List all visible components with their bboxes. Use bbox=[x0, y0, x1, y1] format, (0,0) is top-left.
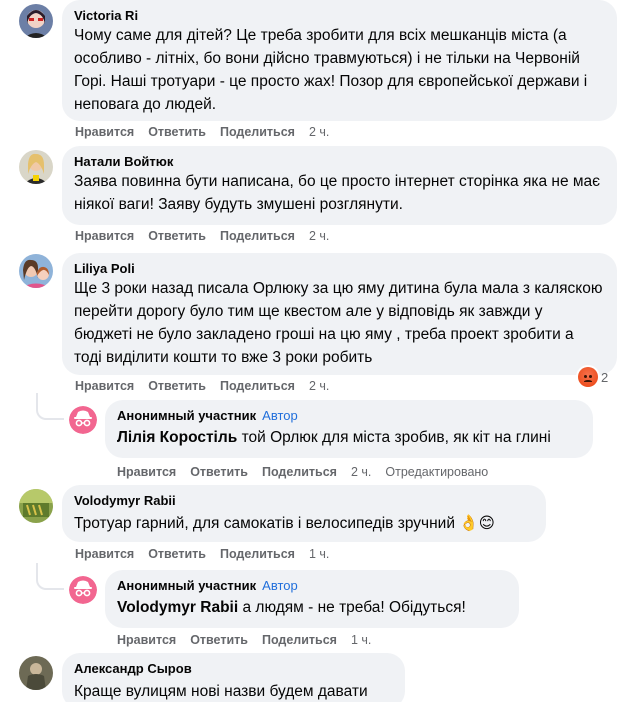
reply-button[interactable]: Ответить bbox=[148, 229, 206, 243]
comment-bubble: Volodymyr Rabii Тротуар гарний, для само… bbox=[62, 485, 546, 542]
comment-text: Заява повинна бути написана, бо це прост… bbox=[74, 173, 601, 213]
reply-button[interactable]: Ответить bbox=[190, 633, 248, 647]
reply-comment: Анонимный участник Автор Лілія Коростіль … bbox=[0, 400, 631, 480]
anonymous-avatar[interactable] bbox=[69, 576, 97, 604]
mention-link[interactable]: Лілія Коростіль bbox=[117, 429, 237, 446]
comment: Александр Сыров Краще вулицям нові назви… bbox=[0, 653, 631, 702]
reply-button[interactable]: Ответить bbox=[148, 547, 206, 561]
comment-author[interactable]: Анонимный участник Автор bbox=[117, 577, 507, 594]
reaction-count: 2 bbox=[601, 369, 609, 385]
comment: Натали Войтюк Заява повинна бути написан… bbox=[0, 146, 631, 250]
comment-author[interactable]: Volodymyr Rabii bbox=[74, 492, 534, 509]
timestamp[interactable]: 2 ч. bbox=[309, 379, 329, 393]
reply-button[interactable]: Ответить bbox=[148, 379, 206, 393]
comment-actions: Нравится Ответить Поделиться 2 ч. bbox=[75, 124, 343, 140]
reply-button[interactable]: Ответить bbox=[190, 465, 248, 479]
comment-actions: Нравится Ответить Поделиться 2 ч. bbox=[75, 378, 343, 394]
comment-actions: Нравится Ответить Поделиться 2 ч. bbox=[75, 228, 343, 244]
avatar[interactable] bbox=[19, 656, 53, 690]
share-button[interactable]: Поделиться bbox=[262, 465, 337, 479]
comment-author[interactable]: Анонимный участник Автор bbox=[117, 407, 581, 424]
comment-actions: Нравится Ответить Поделиться 1 ч. bbox=[117, 632, 385, 648]
share-button[interactable]: Поделиться bbox=[220, 125, 295, 139]
share-button[interactable]: Поделиться bbox=[220, 229, 295, 243]
comment-author[interactable]: Натали Войтюк bbox=[74, 153, 605, 170]
like-button[interactable]: Нравится bbox=[75, 379, 134, 393]
angry-reaction-icon bbox=[578, 367, 598, 387]
comment-bubble: Александр Сыров Краще вулицям нові назви… bbox=[62, 653, 405, 702]
reaction-summary[interactable]: 2 bbox=[578, 367, 608, 387]
author-badge: Автор bbox=[262, 408, 298, 423]
timestamp[interactable]: 1 ч. bbox=[351, 633, 371, 647]
comment: Volodymyr Rabii Тротуар гарний, для само… bbox=[0, 485, 631, 650]
comment: Liliya Poli Ще 3 роки назад писала Орлюк… bbox=[0, 250, 631, 480]
like-button[interactable]: Нравится bbox=[75, 547, 134, 561]
like-button[interactable]: Нравится bbox=[75, 125, 134, 139]
comment-bubble: Натали Войтюк Заява повинна бути написан… bbox=[62, 146, 617, 225]
edited-label: Отредактировано bbox=[385, 465, 489, 479]
avatar[interactable] bbox=[19, 489, 53, 523]
comment-author[interactable]: Александр Сыров bbox=[74, 660, 393, 677]
comment-text: Тротуар гарний, для самокатів і велосипе… bbox=[74, 515, 495, 532]
comment-actions: Нравится Ответить Поделиться 1 ч. bbox=[75, 546, 343, 562]
comment-text: Ще 3 роки назад писала Орлюку за цю яму … bbox=[74, 280, 603, 366]
timestamp[interactable]: 2 ч. bbox=[351, 465, 371, 479]
avatar[interactable] bbox=[19, 254, 53, 288]
comment-bubble: Анонимный участник Автор Volodymyr Rabii … bbox=[105, 570, 519, 628]
like-button[interactable]: Нравится bbox=[117, 465, 176, 479]
reply-text: а людям - не треба! Обідуться! bbox=[242, 599, 466, 616]
author-badge: Автор bbox=[262, 578, 298, 593]
author-name[interactable]: Анонимный участник bbox=[117, 408, 256, 423]
author-name[interactable]: Анонимный участник bbox=[117, 578, 256, 593]
timestamp[interactable]: 2 ч. bbox=[309, 125, 329, 139]
comment-bubble: Анонимный участник Автор Лілія Коростіль … bbox=[105, 400, 593, 458]
comment-actions: Нравится Ответить Поделиться 2 ч. Отредактир… bbox=[117, 464, 502, 480]
comment-bubble: Liliya Poli Ще 3 роки назад писала Орлюк… bbox=[62, 253, 617, 375]
comment-text: Чому саме для дітей? Це треба зробити дл… bbox=[74, 27, 588, 113]
comment-text: Лілія Коростіль той Орлюк для міста зроб… bbox=[117, 426, 581, 449]
comment-text: Volodymyr Rabii а людям - не треба! Обід… bbox=[117, 596, 507, 619]
timestamp[interactable]: 1 ч. bbox=[309, 547, 329, 561]
share-button[interactable]: Поделиться bbox=[262, 633, 337, 647]
share-button[interactable]: Поделиться bbox=[220, 547, 295, 561]
comment-text: Краще вулицям нові назви будем давати bbox=[74, 683, 368, 700]
reply-comment: Анонимный участник Автор Volodymyr Rabii … bbox=[0, 570, 631, 650]
avatar[interactable] bbox=[19, 4, 53, 38]
anonymous-avatar[interactable] bbox=[69, 406, 97, 434]
comment: Victoria Ri Чому саме для дітей? Це треб… bbox=[0, 0, 631, 150]
comment-author[interactable]: Liliya Poli bbox=[74, 260, 605, 277]
mention-link[interactable]: Volodymyr Rabii bbox=[117, 599, 238, 616]
comment-bubble: Victoria Ri Чому саме для дітей? Це треб… bbox=[62, 0, 617, 121]
like-button[interactable]: Нравится bbox=[75, 229, 134, 243]
share-button[interactable]: Поделиться bbox=[220, 379, 295, 393]
comment-author[interactable]: Victoria Ri bbox=[74, 7, 605, 24]
reply-button[interactable]: Ответить bbox=[148, 125, 206, 139]
reply-text: той Орлюк для міста зробив, як кіт на гл… bbox=[241, 429, 551, 446]
timestamp[interactable]: 2 ч. bbox=[309, 229, 329, 243]
like-button[interactable]: Нравится bbox=[117, 633, 176, 647]
avatar[interactable] bbox=[19, 150, 53, 184]
